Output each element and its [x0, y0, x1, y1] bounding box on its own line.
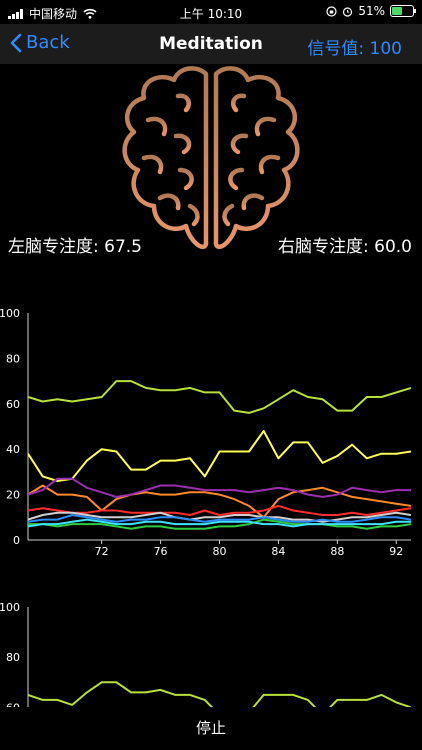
x-tick-label: 92 [389, 545, 403, 558]
y-tick-label: 80 [6, 651, 20, 664]
navigation-bar: Back Meditation 信号值: 100 [0, 24, 422, 64]
x-tick-label: 72 [95, 545, 109, 558]
y-tick-label: 20 [6, 489, 20, 502]
x-tick-label: 80 [213, 545, 227, 558]
y-tick-label: 100 [0, 601, 20, 614]
right-brain-focus: 右脑专注度: 60.0 [278, 237, 412, 257]
back-label: Back [26, 32, 70, 53]
series-group [28, 681, 411, 707]
y-tick-label: 60 [6, 398, 20, 411]
brainwave-line-chart: 0 20 40 60 80 100 72 76 80 84 88 92 [0, 307, 411, 558]
x-tick-label: 76 [154, 545, 168, 558]
series-line [28, 430, 411, 482]
y-tick-label: 80 [6, 352, 20, 365]
y-tick-label: 40 [6, 443, 20, 456]
x-tick-label: 84 [271, 545, 285, 558]
left-brain-focus: 左脑专注度: 67.5 [8, 237, 142, 257]
x-tick-label: 88 [330, 545, 344, 558]
series-line [28, 380, 411, 414]
series-line [28, 504, 411, 516]
series-group [28, 380, 411, 530]
orientation-lock-icon [326, 5, 337, 17]
series-line [28, 681, 411, 707]
signal-value: 信号值: 100 [307, 39, 402, 59]
stop-button[interactable]: 停止 [0, 717, 422, 738]
battery-percent: 51% [358, 4, 385, 18]
y-tick-label: 0 [13, 534, 20, 547]
y-tick-label: 100 [0, 307, 20, 320]
y-tick-label: 60 [6, 701, 20, 707]
focus-line-chart: 60 80 100 [0, 601, 411, 707]
brain-icon [122, 66, 300, 249]
status-bar: 中国移动 上午 10:10 51% [0, 0, 422, 24]
battery-fill [392, 7, 402, 15]
status-right: 51% [326, 4, 416, 18]
chevron-left-icon [10, 33, 22, 52]
back-button[interactable]: Back [10, 32, 70, 53]
alarm-icon [343, 6, 353, 17]
battery-icon [390, 5, 416, 17]
